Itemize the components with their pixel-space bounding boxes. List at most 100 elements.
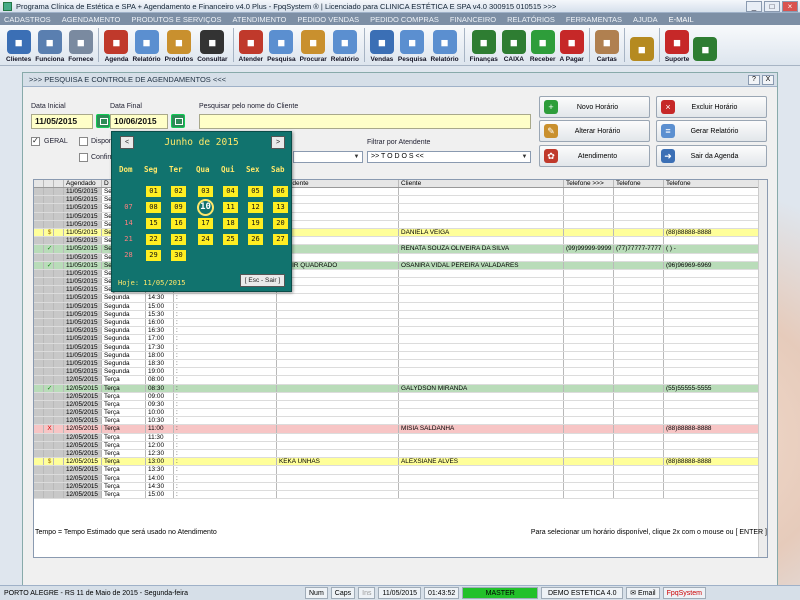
calendar-day[interactable]: 25 [223,234,238,245]
menu-item[interactable]: E-MAIL [669,15,694,24]
calendar-day[interactable]: 24 [198,234,213,245]
table-row[interactable]: 11/05/2015 Segunda 17:30: [34,343,767,352]
date-start-field[interactable]: 11/05/2015 [31,114,93,129]
panel-close-button[interactable]: X [762,75,774,85]
table-row[interactable]: 11/05/2015 Segunda 19:00: [34,368,767,377]
toolbar-button-caixa[interactable]: ■ CAIXA [500,25,528,65]
calendar-day[interactable]: 10 [197,199,214,216]
filter-combo[interactable]: ▼ [293,151,363,163]
table-row[interactable]: 12/05/2015 Terça 14:00: [34,474,767,483]
calendar-day[interactable]: 03 [198,186,213,197]
toolbar-button-finan-as[interactable]: ■ Finanças [468,25,500,65]
column-header[interactable]: Telefone >>> [564,180,614,187]
toolbar-button-cartas[interactable]: ■ Cartas [593,25,621,65]
toolbar-button-relat-rio[interactable]: ■ Relatório [130,25,162,65]
conf-checkbox[interactable] [79,153,88,162]
calendar-day[interactable]: 05 [248,186,263,197]
column-header[interactable]: Agendado [64,180,102,187]
calendar-day[interactable]: 14 [121,218,136,229]
table-row[interactable]: 12/05/2015 Terça 10:00: [34,409,767,418]
toolbar-button-consultar[interactable]: ■ Consultar [195,25,229,65]
calendar-day[interactable]: 04 [223,186,238,197]
date-end-field[interactable]: 10/06/2015 [110,114,168,129]
calendar-start-icon[interactable] [96,114,110,128]
menu-item[interactable]: RELATÓRIOS [507,15,555,24]
calendar-day[interactable]: 28 [121,250,136,261]
toolbar-button-a-pagar[interactable]: ■ A Pagar [557,25,585,65]
toolbar-button-pesquisa[interactable]: ■ Pesquisa [396,25,429,65]
grid-vertical-scrollbar[interactable] [758,180,767,557]
calendar-day[interactable]: 30 [171,250,186,261]
toolbar-button-suporte[interactable]: ■ Suporte [663,25,692,65]
toolbar-button-receber[interactable]: ■ Receber [528,25,558,65]
column-header[interactable] [34,180,44,187]
calendar-day[interactable]: 11 [223,202,238,213]
exit-agenda-button[interactable]: ➜ Sair da Agenda [656,145,767,167]
calendar-day[interactable]: 09 [171,202,186,213]
geral-checkbox[interactable] [31,136,40,146]
calendar-day[interactable]: 17 [198,218,213,229]
calendar-day[interactable]: 16 [171,218,186,229]
table-row[interactable]: 11/05/2015 Segunda 18:30: [34,359,767,369]
menu-item[interactable]: PEDIDO VENDAS [297,15,359,24]
calendar-day[interactable]: 01 [146,186,161,197]
table-row[interactable]: 11/05/2015 Segunda 15:30: [34,310,767,319]
attendance-button[interactable]: ✿ Atendimento [539,145,650,167]
table-row[interactable]: 11/05/2015 Segunda 18:00: [34,351,767,360]
delete-appointment-button[interactable]: × Excluir Horário [656,96,767,118]
toolbar-button-procurar[interactable]: ■ Procurar [298,25,329,65]
menu-item[interactable]: FINANCEIRO [450,15,496,24]
toolbar-button-relat-rio[interactable]: ■ Relatório [428,25,460,65]
menu-item[interactable]: PRODUTOS E SERVIÇOS [131,15,221,24]
toolbar-button-fornece[interactable]: ■ Fornece [66,25,95,65]
calendar-day[interactable]: 18 [223,218,238,229]
table-row[interactable]: 11/05/2015 Segunda 16:00: [34,319,767,328]
table-row[interactable]: X 12/05/2015 Terça 11:00: MISIA SALDANHA (88)… [34,425,767,434]
calendar-day[interactable]: 22 [146,234,161,245]
table-row[interactable]: 12/05/2015 Terça 13:30: [34,466,767,475]
calendar-day[interactable]: 07 [121,202,136,213]
column-header[interactable]: Telefone [614,180,664,187]
table-row[interactable]: 11/05/2015 Segunda 15:00: [34,302,767,311]
table-row[interactable]: ✓ 12/05/2015 Terça 08:30: GALYDSON MIRANDA (5… [34,384,767,393]
column-header[interactable]: Atendente [277,180,399,187]
table-row[interactable]: 12/05/2015 Terça 09:30: [34,400,767,410]
menu-item[interactable]: PEDIDO COMPRAS [370,15,439,24]
atendente-select[interactable]: >> T O D O S << ▼ [367,151,531,163]
calendar-day[interactable]: 06 [273,186,288,197]
menu-item[interactable]: AJUDA [633,15,658,24]
toolbar-button-coins-icon[interactable]: ■ [628,25,656,65]
panel-help-button[interactable]: ? [748,75,760,85]
calendar-day[interactable]: 15 [146,218,161,229]
calendar-day[interactable]: 08 [146,202,161,213]
table-row[interactable]: 11/05/2015 Segunda 17:00: [34,335,767,344]
column-header[interactable]: Cliente [399,180,564,187]
new-appointment-button[interactable]: + Novo Horário [539,96,650,118]
edit-appointment-button[interactable]: ✎ Alterar Horário [539,120,650,142]
disp-checkbox[interactable] [79,137,88,146]
minimize-button[interactable]: _ [746,1,762,12]
table-row[interactable]: 12/05/2015 Terça 11:30: [34,433,767,442]
calendar-day[interactable]: 27 [273,234,288,245]
toolbar-button-agenda[interactable]: ■ Agenda [102,25,130,65]
calendar-day[interactable]: 20 [273,218,288,229]
column-header[interactable]: Telefone [664,180,761,187]
maximize-button[interactable]: □ [764,1,780,12]
calendar-day[interactable]: 13 [273,202,288,213]
calendar-day[interactable]: 29 [146,250,161,261]
table-row[interactable]: 11/05/2015 Segunda 14:30: [34,294,767,303]
calendar-day[interactable]: 26 [248,234,263,245]
table-row[interactable]: $12/05/2015 Terça 13:00: KEKA UNHAS ALEXSIAN… [34,458,767,467]
calendar-day[interactable]: 21 [121,234,136,245]
toolbar-button-clientes[interactable]: ■ Clientes [4,25,33,65]
table-row[interactable]: 11/05/2015 Segunda 16:30: [34,327,767,336]
toolbar-button-relat-rio[interactable]: ■ Relatório [329,25,361,65]
table-row[interactable]: 12/05/2015 Terça 12:00: [34,441,767,450]
calendar-esc-button[interactable]: [ Esc - Sair ] [240,274,285,287]
toolbar-button-vendas[interactable]: ■ Vendas [368,25,396,65]
table-row[interactable]: 12/05/2015 Terça 14:30: [34,482,767,491]
next-month-button[interactable]: > [271,136,285,149]
table-row[interactable]: 12/05/2015 Terça 08:00: [34,376,767,385]
column-header[interactable] [44,180,54,187]
close-window-button[interactable]: × [782,1,798,12]
